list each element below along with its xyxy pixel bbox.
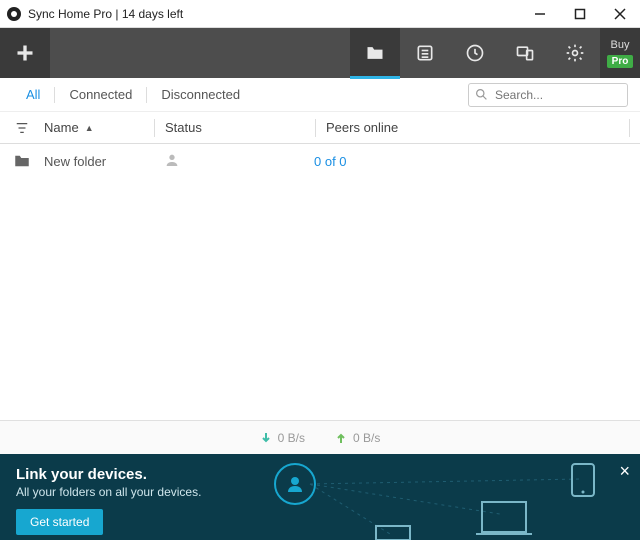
devices-tab[interactable] bbox=[500, 28, 550, 78]
devices-icon bbox=[515, 43, 535, 63]
maximize-button[interactable] bbox=[560, 0, 600, 28]
search-wrap bbox=[468, 83, 628, 107]
filter-disconnected[interactable]: Disconnected bbox=[147, 87, 254, 102]
upload-speed-value: 0 B/s bbox=[353, 431, 380, 445]
window-controls bbox=[520, 0, 640, 28]
column-header: Name ▲ Status Peers online bbox=[0, 112, 640, 144]
download-speed-value: 0 B/s bbox=[278, 431, 305, 445]
column-name[interactable]: Name ▲ bbox=[44, 120, 154, 135]
filter-connected[interactable]: Connected bbox=[55, 87, 146, 102]
status-bar: 0 B/s 0 B/s bbox=[0, 420, 640, 454]
row-name: New folder bbox=[44, 154, 154, 169]
pro-badge: Pro bbox=[607, 55, 634, 68]
column-status[interactable]: Status bbox=[165, 120, 315, 135]
search-icon bbox=[475, 88, 488, 101]
folders-tab[interactable] bbox=[350, 28, 400, 78]
list-tab[interactable] bbox=[400, 28, 450, 78]
titlebar: Sync Home Pro | 14 days left bbox=[0, 0, 640, 28]
link-devices-banner: Link your devices. All your folders on a… bbox=[0, 454, 640, 540]
buy-label: Buy bbox=[611, 39, 630, 51]
close-button[interactable] bbox=[600, 0, 640, 28]
banner-subtitle: All your folders on all your devices. bbox=[16, 485, 624, 499]
separator bbox=[629, 119, 630, 137]
column-status-label: Status bbox=[165, 120, 202, 135]
add-button[interactable] bbox=[0, 28, 50, 78]
filter-icon bbox=[15, 121, 29, 135]
folder-icon bbox=[13, 152, 31, 170]
download-speed: 0 B/s bbox=[260, 431, 305, 445]
separator bbox=[315, 119, 316, 137]
column-peers[interactable]: Peers online bbox=[326, 120, 629, 135]
list-icon bbox=[415, 43, 435, 63]
app-icon bbox=[6, 6, 22, 22]
upload-speed: 0 B/s bbox=[335, 431, 380, 445]
person-icon bbox=[164, 152, 180, 168]
arrow-down-icon bbox=[260, 432, 272, 444]
main-toolbar: Buy Pro bbox=[0, 28, 640, 78]
window-title: Sync Home Pro | 14 days left bbox=[28, 7, 520, 21]
table-row[interactable]: New folder 0 of 0 bbox=[0, 144, 640, 178]
banner-close-button[interactable]: × bbox=[619, 462, 630, 480]
minimize-button[interactable] bbox=[520, 0, 560, 28]
row-peers[interactable]: 0 of 0 bbox=[304, 154, 640, 169]
column-peers-label: Peers online bbox=[326, 120, 398, 135]
toolbar-spacer bbox=[50, 28, 350, 78]
search-input[interactable] bbox=[468, 83, 628, 107]
filter-all[interactable]: All bbox=[12, 87, 54, 102]
sort-asc-icon: ▲ bbox=[85, 123, 94, 133]
gear-icon bbox=[565, 43, 585, 63]
banner-title: Link your devices. bbox=[16, 466, 624, 483]
row-status bbox=[154, 152, 304, 171]
filter-icon-button[interactable] bbox=[0, 121, 44, 135]
folder-icon bbox=[365, 43, 385, 63]
arrow-up-icon bbox=[335, 432, 347, 444]
column-name-label: Name bbox=[44, 120, 79, 135]
get-started-button[interactable]: Get started bbox=[16, 509, 103, 535]
settings-tab[interactable] bbox=[550, 28, 600, 78]
separator bbox=[154, 119, 155, 137]
clock-icon bbox=[465, 43, 485, 63]
buy-pro-button[interactable]: Buy Pro bbox=[600, 28, 640, 78]
folder-list: New folder 0 of 0 bbox=[0, 144, 640, 420]
filter-bar: All Connected Disconnected bbox=[0, 78, 640, 112]
history-tab[interactable] bbox=[450, 28, 500, 78]
row-folder-icon bbox=[0, 152, 44, 170]
